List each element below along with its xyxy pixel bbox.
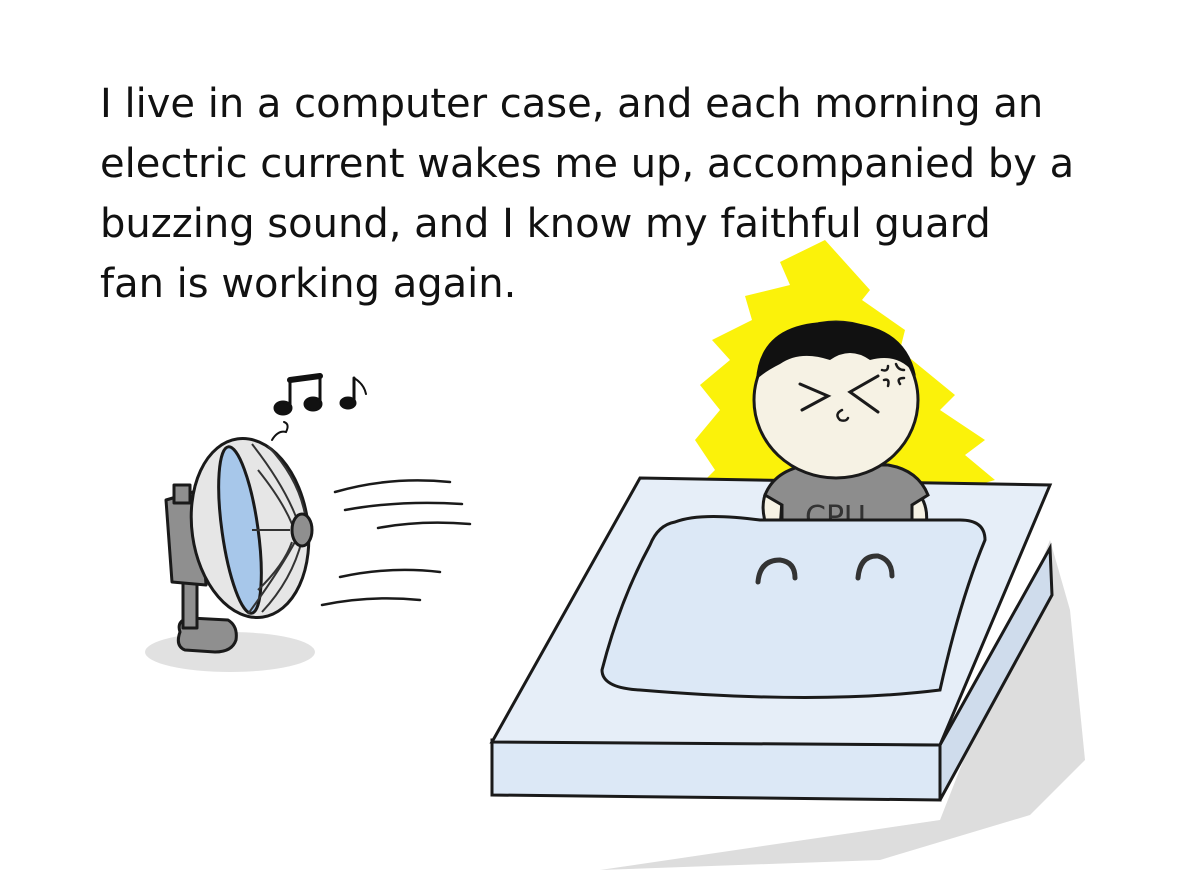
caption-text: I live in a computer case, and each morn… [100, 74, 1160, 314]
caption-line-4: fan is working again. [100, 261, 517, 307]
caption-line-3: buzzing sound, and I know my faithful gu… [100, 201, 991, 247]
fan-knob [172, 483, 192, 505]
bed-front-side [490, 738, 942, 802]
desk-fan-icon [164, 437, 314, 654]
comic-panel: I live in a computer case, and each morn… [0, 0, 1181, 886]
caption-line-1: I live in a computer case, and each morn… [100, 81, 1044, 127]
caption-line-2: electric current wakes me up, accompanie… [100, 141, 1075, 187]
fan-hub [290, 512, 314, 548]
music-notes-icon [271, 373, 367, 441]
wind-lines-icon [320, 479, 472, 607]
blanket [600, 514, 987, 699]
